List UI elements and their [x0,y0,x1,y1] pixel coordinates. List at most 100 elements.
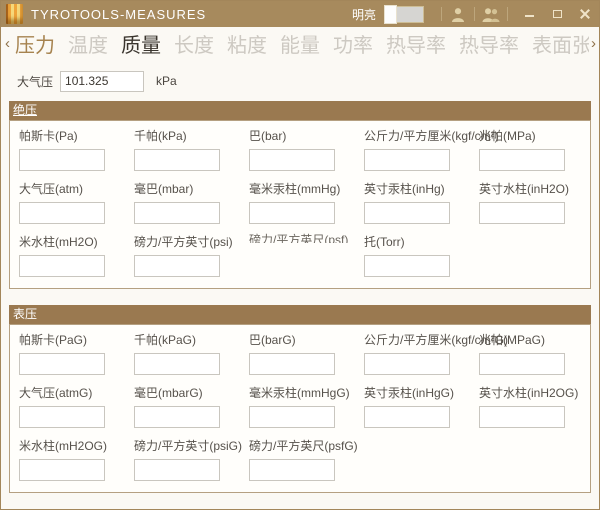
field-cell: 毫巴(mbarG) [134,386,249,428]
field-input[interactable] [249,353,335,375]
field-input[interactable] [134,406,220,428]
tab-5[interactable]: 粘度 [227,35,267,57]
field-cell: 磅力/平方英寸(psi) [134,235,249,277]
minimize-button[interactable] [518,1,540,27]
field-input[interactable] [249,406,335,428]
field-label: 毫巴(mbarG) [134,386,249,402]
users-group-icon[interactable] [482,7,500,22]
tab-7[interactable]: 功率 [333,35,373,57]
tab-list: 压力温度质量长度粘度能量功率热导率热导率表面张 [15,29,589,61]
field-input[interactable] [364,149,450,171]
field-cell: 公斤力/平方厘米(kgf/cm²) [364,129,479,171]
field-label: 托(Torr) [364,235,479,251]
contact-person-icon[interactable] [449,7,467,22]
field-input[interactable] [364,255,450,277]
atmospheric-pressure-input[interactable] [60,71,144,92]
field-row: 帕斯卡(PaG)千帕(kPaG)巴(barG)公斤力/平方厘米(kgf/cm²G… [19,333,590,375]
field-label: 毫米汞柱(mmHg) [249,182,364,198]
field-cell: 公斤力/平方厘米(kgf/cm²G) [364,333,479,375]
field-cell: 磅力/平方英尺(psf) [249,235,364,277]
field-input[interactable] [19,406,105,428]
field-input[interactable] [134,459,220,481]
atmospheric-pressure-row: 大气压 kPa [1,67,599,95]
field-label: 英寸水柱(inH2O) [479,182,594,198]
field-input[interactable] [364,202,450,224]
field-label: 帕斯卡(PaG) [19,333,134,349]
field-cell: 英寸汞柱(inHg) [364,182,479,224]
atmospheric-pressure-label: 大气压 [17,73,53,90]
brightness-slider[interactable] [384,6,424,23]
field-label: 英寸汞柱(inHg) [364,182,479,198]
tab-2[interactable]: 温度 [68,35,108,57]
field-label: 兆帕(MPa) [479,129,594,145]
field-input[interactable] [479,202,565,224]
tab-3[interactable]: 质量 [121,35,161,57]
field-input[interactable] [19,255,105,277]
field-label: 千帕(kPa) [134,129,249,145]
field-label: 公斤力/平方厘米(kgf/cm²) [364,129,479,145]
field-input[interactable] [19,149,105,171]
tab-scroll-right-icon[interactable]: › [591,35,596,53]
field-label: 毫米汞柱(mmHgG) [249,386,364,402]
brightness-slider-thumb[interactable] [385,6,396,23]
tab-9[interactable]: 热导率 [459,35,519,57]
field-input[interactable] [19,459,105,481]
maximize-icon [553,10,562,18]
app-logo-icon [6,4,23,24]
tab-10[interactable]: 表面张 [532,35,589,57]
field-cell: 米水柱(mH2OG) [19,439,134,481]
field-row: 帕斯卡(Pa)千帕(kPa)巴(bar)公斤力/平方厘米(kgf/cm²)兆帕(… [19,129,590,171]
close-icon [580,9,590,19]
field-input[interactable] [479,149,565,171]
empty-input-slot [249,245,364,271]
field-label: 千帕(kPaG) [134,333,249,349]
field-cell: 托(Torr) [364,235,479,277]
section-box-2: 帕斯卡(PaG)千帕(kPaG)巴(barG)公斤力/平方厘米(kgf/cm²G… [9,324,591,493]
titlebar-divider [474,7,475,21]
section-header-1[interactable]: 绝压 [9,101,591,120]
field-label: 磅力/平方英尺(psf) [249,233,364,243]
field-cell: 兆帕(MPaG) [479,333,594,375]
maximize-button[interactable] [546,1,568,27]
field-cell: 毫米汞柱(mmHg) [249,182,364,224]
field-input[interactable] [19,202,105,224]
field-cell: 帕斯卡(Pa) [19,129,134,171]
field-row: 米水柱(mH2OG)磅力/平方英寸(psiG)磅力/平方英尺(psfG) [19,439,590,481]
field-cell: 巴(bar) [249,129,364,171]
titlebar-divider [507,7,508,21]
field-label: 米水柱(mH2O) [19,235,134,251]
field-input[interactable] [479,406,565,428]
titlebar-controls: 明亮 [352,1,599,27]
field-label: 大气压(atm) [19,182,134,198]
field-label: 大气压(atmG) [19,386,134,402]
tab-1[interactable]: 压力 [15,35,55,57]
tab-strip: ‹ 压力温度质量长度粘度能量功率热导率热导率表面张 › [1,27,599,61]
page-content: 大气压 kPa 绝压帕斯卡(Pa)千帕(kPa)巴(bar)公斤力/平方厘米(k… [1,67,599,493]
title-bar: TYROTOOLS-MEASURES 明亮 [1,1,599,27]
field-input[interactable] [364,406,450,428]
field-label: 毫巴(mbar) [134,182,249,198]
field-input[interactable] [479,353,565,375]
field-cell: 大气压(atm) [19,182,134,224]
tab-6[interactable]: 能量 [280,35,320,57]
field-input[interactable] [134,149,220,171]
tab-4[interactable]: 长度 [174,35,214,57]
tab-scroll-left-icon[interactable]: ‹ [5,35,10,53]
close-button[interactable] [574,1,596,27]
section-header-2[interactable]: 表压 [9,305,591,324]
field-input[interactable] [134,202,220,224]
field-input[interactable] [249,202,335,224]
field-label: 帕斯卡(Pa) [19,129,134,145]
field-cell: 英寸水柱(inH2OG) [479,386,594,428]
field-input[interactable] [134,353,220,375]
field-input[interactable] [249,459,335,481]
field-input[interactable] [364,353,450,375]
tab-8[interactable]: 热导率 [386,35,446,57]
field-cell: 英寸汞柱(inHgG) [364,386,479,428]
field-input[interactable] [134,255,220,277]
field-cell: 毫巴(mbar) [134,182,249,224]
field-input[interactable] [19,353,105,375]
field-input[interactable] [249,149,335,171]
field-row: 大气压(atmG)毫巴(mbarG)毫米汞柱(mmHgG)英寸汞柱(inHgG)… [19,386,590,428]
window-title: TYROTOOLS-MEASURES [31,7,206,22]
